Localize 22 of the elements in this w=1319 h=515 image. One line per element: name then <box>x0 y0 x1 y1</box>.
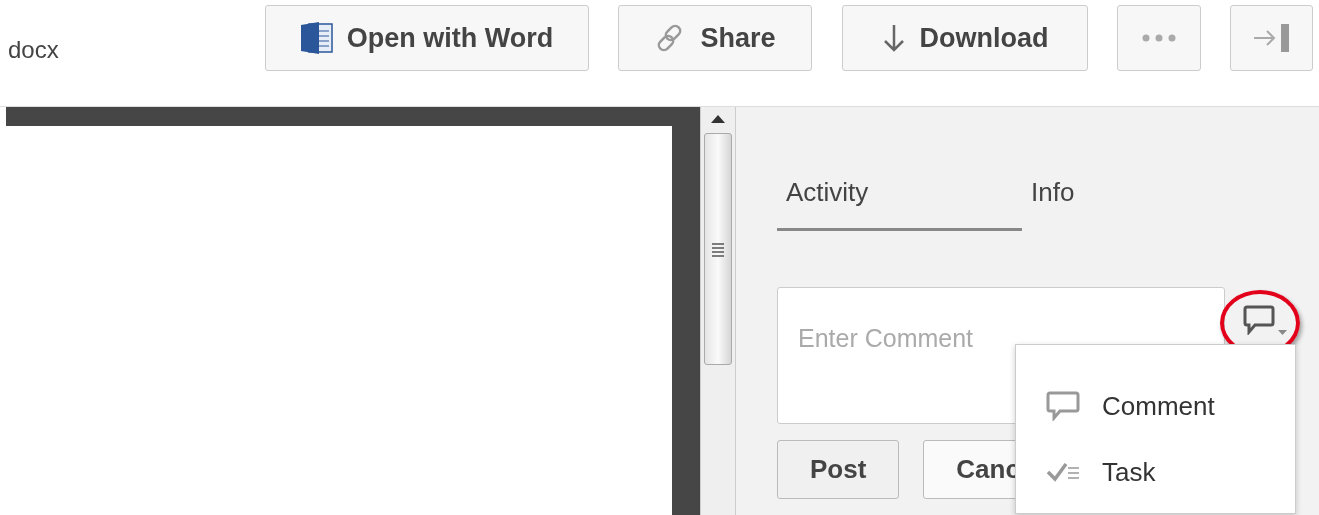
post-button[interactable]: Post <box>777 440 900 499</box>
file-name: docx <box>8 35 60 65</box>
grip-icon <box>711 241 725 257</box>
download-icon <box>881 23 906 53</box>
scroll-up-icon[interactable] <box>711 115 725 123</box>
collapse-panel-button[interactable] <box>1230 5 1313 71</box>
scroll-thumb[interactable] <box>704 133 732 365</box>
share-button[interactable]: Share <box>618 5 812 71</box>
caret-icon <box>1278 330 1287 335</box>
more-button[interactable] <box>1117 5 1201 71</box>
word-icon <box>300 21 333 55</box>
collapse-panel-icon <box>1251 22 1292 54</box>
open-with-word-button[interactable]: Open with Word <box>265 5 589 71</box>
tab[interactable]: Info <box>1022 157 1267 231</box>
scrollbar[interactable] <box>700 107 736 515</box>
more-icon <box>1142 34 1176 42</box>
tab[interactable]: Activity <box>777 157 1022 231</box>
speech-bubble-icon <box>1046 391 1080 421</box>
checklist-icon <box>1046 461 1080 483</box>
comment-type-button[interactable] <box>1243 305 1287 335</box>
speech-bubble-icon <box>1243 305 1275 335</box>
download-button[interactable]: Download <box>842 5 1088 71</box>
